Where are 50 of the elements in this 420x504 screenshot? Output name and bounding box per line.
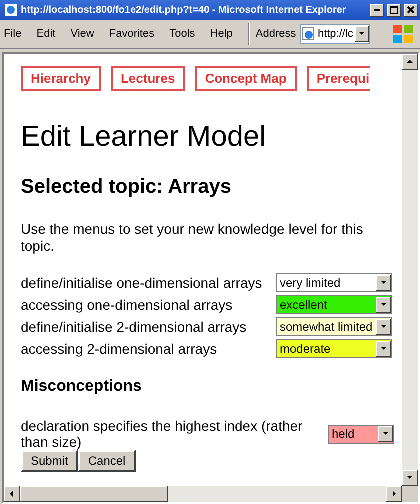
down-arrow-icon — [380, 278, 388, 286]
minimize-button[interactable] — [370, 4, 384, 16]
level-dropdown[interactable]: excellent — [276, 295, 392, 314]
level-dropdown[interactable]: moderate — [276, 339, 392, 358]
minimize-icon — [374, 9, 380, 11]
level-dropdown[interactable]: very limited — [276, 273, 392, 292]
topic-label: accessing one-dimensional arrays — [21, 296, 234, 312]
maximize-icon — [390, 6, 398, 14]
nav-link[interactable]: Prerequi — [306, 66, 370, 91]
page-heading: Edit Learner Model — [21, 121, 268, 154]
close-button[interactable] — [404, 4, 418, 16]
level-dropdown[interactable]: held — [328, 424, 394, 444]
nav-link[interactable]: Lectures — [110, 66, 186, 91]
menu-item[interactable]: File — [4, 28, 22, 40]
topic-label: define/initialise one-dimensional arrays — [21, 274, 264, 290]
menu-item[interactable]: Help — [210, 28, 233, 40]
misconceptions-heading: Misconceptions — [21, 378, 143, 396]
browser-icon — [4, 3, 18, 17]
submit-button[interactable]: Submit — [21, 450, 78, 472]
cancel-button[interactable]: Cancel — [78, 450, 136, 472]
horizontal-scrollbar[interactable] — [4, 486, 418, 502]
page-icon — [302, 27, 316, 41]
down-arrow-icon — [382, 430, 390, 438]
level-dropdown[interactable]: somewhat limited — [276, 317, 392, 336]
close-icon — [407, 6, 415, 14]
down-arrow-icon — [380, 300, 388, 308]
down-arrow-icon — [406, 474, 414, 482]
down-arrow-icon — [380, 344, 388, 352]
flag-logo-icon — [390, 22, 416, 46]
topic-label: define/initialise 2-dimensional arrays — [21, 318, 248, 334]
menu-item[interactable]: View — [70, 28, 94, 40]
down-arrow-icon — [380, 322, 388, 330]
nav-link[interactable]: Concept Map — [195, 66, 297, 91]
menu-item[interactable]: Tools — [170, 28, 196, 40]
menu-item[interactable]: Favorites — [109, 28, 155, 40]
scrollbar-corner — [402, 486, 418, 502]
menu-item[interactable]: Edit — [36, 28, 56, 40]
right-arrow-icon — [390, 490, 398, 498]
left-arrow-icon — [8, 490, 16, 498]
maximize-button[interactable] — [387, 4, 401, 16]
up-arrow-icon — [406, 58, 414, 66]
address-label: Address — [256, 28, 296, 40]
misconception-label: declaration specifies the highest index (rather than size) — [21, 418, 304, 450]
vertical-scrollbar[interactable] — [402, 54, 418, 486]
window-title: http://localhost:800/fo1e2/edit.php?t=40 - Microsoft Internet Explorer — [21, 4, 348, 16]
nav-link[interactable]: Hierarchy — [21, 66, 101, 91]
instructions-text: Use the menus to set your new knowledge level for this topic. — [21, 221, 364, 255]
topic-label: accessing 2-dimensional arrays — [21, 340, 218, 356]
topic-heading: Selected topic: Arrays — [21, 176, 232, 199]
down-arrow-icon — [358, 30, 366, 38]
